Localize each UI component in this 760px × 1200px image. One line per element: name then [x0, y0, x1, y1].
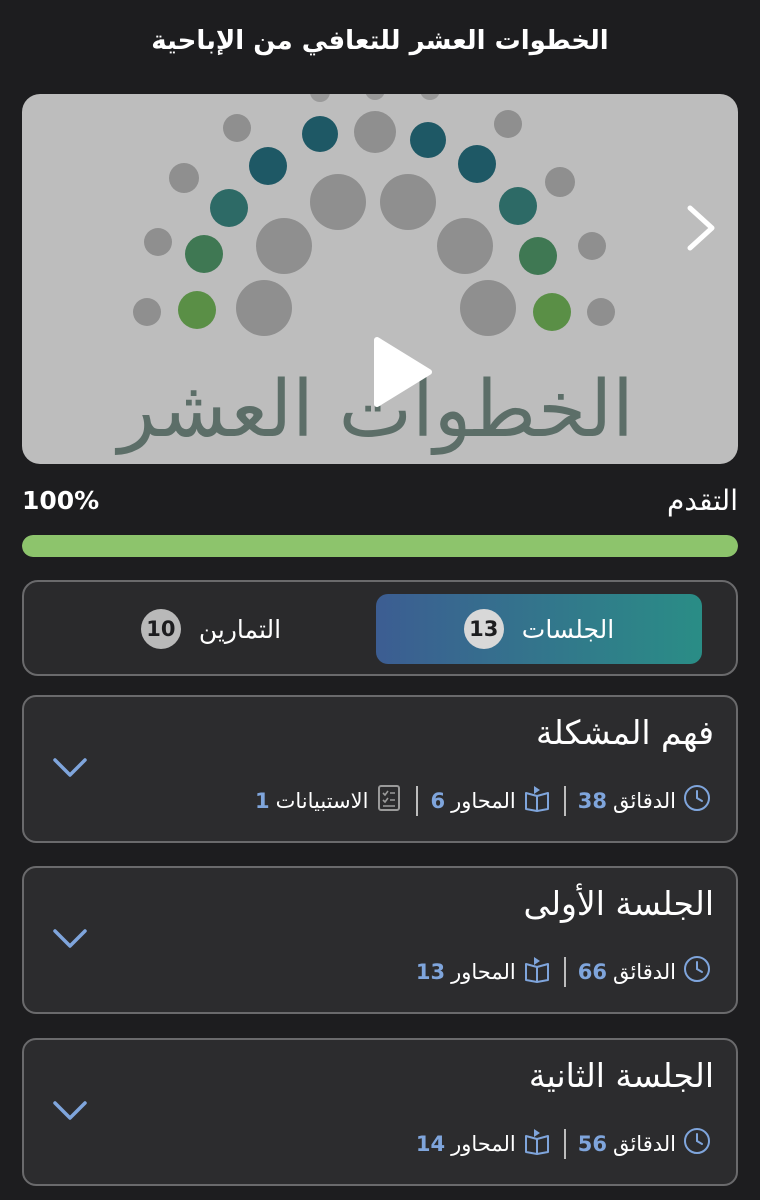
- logo-dot: [499, 187, 537, 225]
- session-meta-item: المحاور 13: [416, 954, 552, 989]
- book-icon: [522, 1126, 552, 1161]
- logo-dot: [354, 111, 396, 153]
- session-meta-item: الاستبيانات 1: [255, 783, 404, 818]
- tab-sessions[interactable]: الجلسات 13: [376, 594, 702, 664]
- logo-dot: [185, 235, 223, 273]
- logo-dot: [223, 114, 251, 142]
- tab-bar: الجلسات 13 التمارين 10: [22, 580, 738, 676]
- session-title: الجلسة الأولى: [523, 884, 714, 923]
- logo-dot: [437, 218, 493, 274]
- session-meta-label: الدقائق: [612, 1131, 676, 1156]
- session-meta: الدقائق 56 المحاور 14: [416, 1126, 712, 1161]
- session-meta-label: المحاور: [451, 1131, 516, 1156]
- session-title: فهم المشكلة: [535, 713, 714, 752]
- logo-dot: [578, 232, 606, 260]
- session-meta-item: الدقائق 56: [578, 1126, 712, 1161]
- logo-dot: [519, 237, 557, 275]
- logo-dot: [545, 167, 575, 197]
- session-meta-value: 13: [415, 959, 446, 984]
- session-meta-item: الدقائق 66: [578, 954, 712, 989]
- logo-dot: [460, 280, 516, 336]
- session-meta-value: 1: [254, 788, 270, 813]
- tab-sessions-label: الجلسات: [521, 614, 615, 644]
- tab-exercises[interactable]: التمارين 10: [46, 594, 376, 664]
- video-thumbnail-logo: الخطوات العشر: [114, 94, 634, 456]
- logo-dot: [458, 145, 496, 183]
- chevron-down-icon[interactable]: [52, 928, 88, 950]
- progress-bar: [22, 535, 738, 557]
- logo-dot: [494, 110, 522, 138]
- session-meta-label: الدقائق: [612, 788, 676, 813]
- logo-dot: [133, 298, 161, 326]
- session-meta-item: المحاور 6: [430, 783, 551, 818]
- logo-dot: [310, 174, 366, 230]
- logo-dot: [410, 122, 446, 158]
- logo-dot: [380, 174, 436, 230]
- logo-dot: [533, 293, 571, 331]
- meta-divider: [563, 956, 566, 987]
- session-meta-label: المحاور: [451, 788, 516, 813]
- chevron-down-icon[interactable]: [52, 1100, 88, 1122]
- session-meta-label: الدقائق: [612, 959, 676, 984]
- progress-label: التقدم: [667, 484, 738, 517]
- logo-dot: [365, 94, 385, 100]
- session-meta: الدقائق 66 المحاور 13: [416, 954, 712, 989]
- clock-icon: [682, 783, 712, 818]
- logo-dot: [178, 291, 216, 329]
- page-title: الخطوات العشر للتعافي من الإباحية: [151, 26, 609, 56]
- clock-icon: [682, 1126, 712, 1161]
- logo-dot: [302, 116, 338, 152]
- session-meta-value: 38: [577, 788, 607, 813]
- clock-icon: [682, 954, 712, 989]
- logo-dot: [144, 228, 172, 256]
- progress-bar-fill: [22, 535, 738, 557]
- session-meta-item: الدقائق 38: [578, 783, 712, 818]
- session-title: الجلسة الثانية: [528, 1056, 714, 1095]
- book-icon: [522, 954, 552, 989]
- session-meta-label: المحاور: [451, 959, 516, 984]
- meta-divider: [563, 785, 566, 816]
- chevron-down-icon[interactable]: [52, 757, 88, 779]
- session-meta: الدقائق 38 المحاور 6 الاستبيانات 1: [255, 783, 712, 818]
- session-meta-item: المحاور 14: [416, 1126, 552, 1161]
- tab-exercises-label: التمارين: [198, 614, 282, 644]
- logo-dot: [420, 94, 440, 100]
- logo-dot: [587, 298, 615, 326]
- session-meta-value: 56: [577, 1131, 607, 1156]
- play-icon[interactable]: [371, 336, 433, 408]
- logo-dot: [256, 218, 312, 274]
- session-meta-value: 14: [415, 1131, 446, 1156]
- book-icon: [522, 783, 552, 818]
- logo-dot: [236, 280, 292, 336]
- checklist-icon: [374, 783, 404, 818]
- session-meta-value: 6: [430, 788, 446, 813]
- tab-exercises-count-badge: 10: [140, 609, 181, 649]
- session-card[interactable]: فهم المشكلة الدقائق 38 المحاور 6 الاستبيانات 1: [22, 695, 738, 843]
- logo-dot: [249, 147, 287, 185]
- video-player[interactable]: الخطوات العشر: [22, 94, 738, 464]
- progress-percent: 100%: [22, 486, 100, 515]
- tab-sessions-count-badge: 13: [463, 609, 504, 649]
- session-meta-value: 66: [577, 959, 607, 984]
- logo-dot: [310, 94, 330, 102]
- session-card[interactable]: الجلسة الثانية الدقائق 56 المحاور 14: [22, 1038, 738, 1186]
- logo-dot: [169, 163, 199, 193]
- session-meta-label: الاستبيانات: [275, 788, 369, 813]
- chevron-right-icon[interactable]: [672, 200, 728, 256]
- meta-divider: [416, 785, 419, 816]
- logo-dot: [210, 189, 248, 227]
- meta-divider: [563, 1128, 566, 1159]
- session-card[interactable]: الجلسة الأولى الدقائق 66 المحاور 13: [22, 866, 738, 1014]
